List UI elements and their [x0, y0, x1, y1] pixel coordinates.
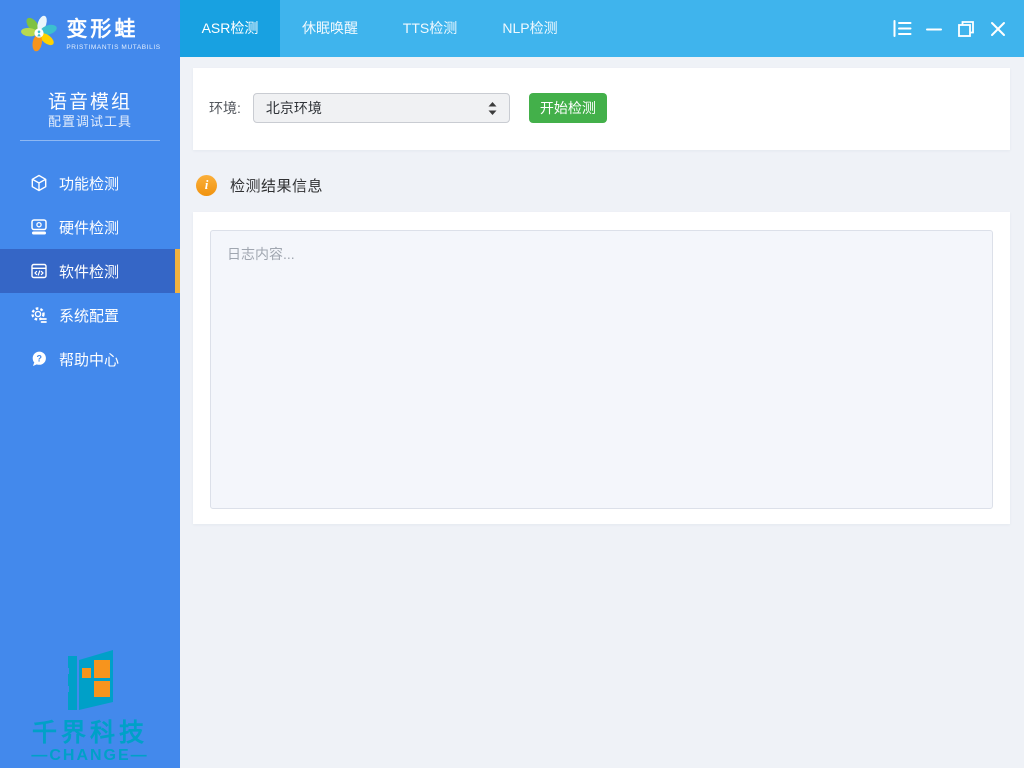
- flag-window-icon: [64, 650, 113, 710]
- svg-text:?: ?: [37, 353, 43, 363]
- environment-select[interactable]: 北京环境: [252, 93, 510, 123]
- sidebar: 变形蛙 PRISTIMANTIS MUTABILIS 语音模组 配置调试工具 功…: [0, 0, 180, 768]
- tab-sleep-wake[interactable]: 休眠唤醒: [280, 0, 380, 57]
- code-window-icon: [31, 263, 47, 279]
- result-card: 日志内容...: [193, 212, 1010, 524]
- menu-icon: [893, 20, 911, 37]
- environment-select-value: 北京环境: [265, 100, 322, 116]
- module-subtitle: 配置调试工具: [47, 114, 132, 129]
- brand-name: 变形蛙: [66, 17, 139, 41]
- sidebar-item-label: 帮助中心: [59, 351, 120, 369]
- watermark: 千界科技 —CHANGE—: [0, 650, 180, 768]
- sidebar-item-label: 功能检测: [59, 175, 120, 193]
- flower-splash-icon: [21, 15, 58, 52]
- brand-subtitle: PRISTIMANTIS MUTABILIS: [66, 43, 161, 51]
- log-output-area[interactable]: 日志内容...: [210, 230, 993, 509]
- sidebar-item-label: 系统配置: [59, 307, 120, 325]
- log-placeholder-text: 日志内容...: [227, 246, 295, 262]
- sidebar-item-help-center[interactable]: ? 帮助中心: [0, 337, 180, 381]
- environment-card: 环境: 北京环境 开始检测: [193, 68, 1010, 150]
- sidebar-item-hardware-check[interactable]: 硬件检测: [0, 205, 180, 249]
- info-icon: i: [196, 174, 217, 196]
- sidebar-item-function-check[interactable]: 功能检测: [0, 161, 180, 205]
- start-check-button[interactable]: 开始检测: [528, 93, 607, 123]
- cube-icon: [31, 174, 47, 192]
- result-section-title: 检测结果信息: [230, 177, 324, 195]
- brand: 变形蛙 PRISTIMANTIS MUTABILIS: [0, 12, 180, 56]
- tab-tts-check[interactable]: TTS检测: [380, 0, 480, 57]
- sidebar-item-software-check[interactable]: 软件检测: [0, 249, 180, 293]
- watermark-title: 千界科技: [31, 719, 148, 747]
- help-bubble-icon: ?: [32, 351, 46, 366]
- result-section-header: i 检测结果信息: [196, 174, 323, 196]
- gear-icon: [31, 307, 47, 323]
- sidebar-item-system-config[interactable]: 系统配置: [0, 293, 180, 337]
- select-arrows-icon: [488, 101, 497, 115]
- hardware-icon: [31, 219, 47, 235]
- sidebar-item-label: 硬件检测: [59, 219, 120, 237]
- close-icon: [991, 21, 1005, 36]
- sidebar-item-label: 软件检测: [59, 263, 120, 281]
- tab-asr-check[interactable]: ASR检测: [180, 0, 280, 57]
- watermark-subtitle: —CHANGE—: [31, 747, 149, 764]
- tab-nlp-check[interactable]: NLP检测: [480, 0, 580, 57]
- environment-label: 环境:: [209, 100, 241, 116]
- sidebar-divider: [20, 140, 160, 141]
- minimize-icon: [926, 28, 942, 30]
- close-button[interactable]: [982, 13, 1014, 45]
- window-controls: [886, 0, 1014, 57]
- module-title: 语音模组: [47, 92, 132, 113]
- maximize-icon: [958, 20, 974, 37]
- minimize-button[interactable]: [918, 13, 950, 45]
- menu-button[interactable]: [886, 13, 918, 45]
- maximize-button[interactable]: [950, 13, 982, 45]
